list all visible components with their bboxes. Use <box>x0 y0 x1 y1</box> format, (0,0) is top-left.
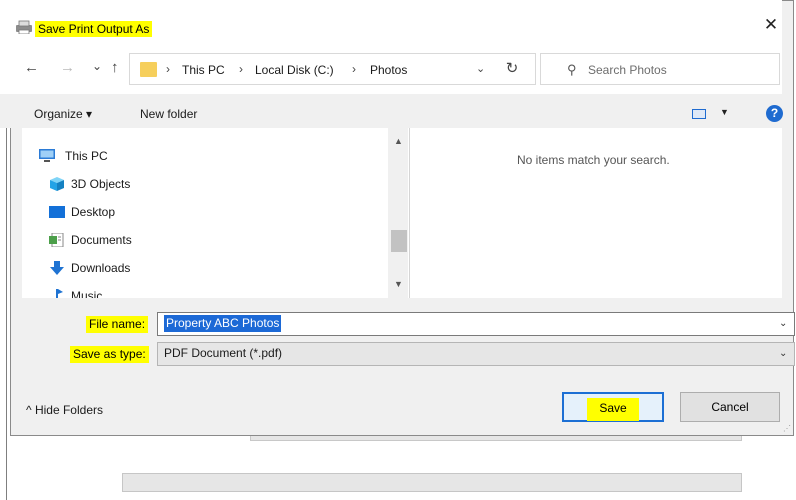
hide-folders-button[interactable]: ^ Hide Folders <box>26 402 103 418</box>
tree-item-this-pc[interactable]: This PC <box>39 146 379 168</box>
save-button-label: Save <box>587 398 639 421</box>
view-dropdown-icon[interactable]: ▼ <box>720 107 729 117</box>
documents-icon <box>49 233 64 247</box>
breadcrumb-separator-icon[interactable]: › <box>239 61 243 77</box>
tree-item-label: This PC <box>65 149 108 163</box>
tree-item-documents[interactable]: Documents <box>49 230 389 252</box>
breadcrumb-this-pc[interactable]: This PC <box>182 62 225 78</box>
scroll-down-icon[interactable]: ▼ <box>394 279 403 289</box>
refresh-icon[interactable]: ↻ <box>498 55 526 83</box>
printer-icon <box>16 20 32 34</box>
breadcrumb-photos[interactable]: Photos <box>370 62 407 78</box>
tree-item-music[interactable]: Music <box>49 286 389 298</box>
cancel-button[interactable]: Cancel <box>680 392 780 422</box>
command-toolbar <box>0 94 782 128</box>
file-name-dropdown-icon[interactable]: ⌄ <box>779 318 787 329</box>
search-placeholder: Search Photos <box>588 63 667 77</box>
background-bar <box>250 436 742 441</box>
empty-results-message: No items match your search. <box>517 153 670 167</box>
folder-icon <box>140 62 157 77</box>
breadcrumb-separator-icon[interactable]: › <box>352 61 356 77</box>
tree-scrollbar[interactable] <box>388 128 408 298</box>
save-as-type-label: Save as type: <box>70 346 149 363</box>
breadcrumb-local-disk[interactable]: Local Disk (C:) <box>255 62 334 78</box>
file-name-label: File name: <box>86 316 149 333</box>
music-icon <box>56 289 63 298</box>
resize-grip-icon[interactable]: ⋰ <box>783 424 791 433</box>
new-folder-button[interactable]: New folder <box>140 106 197 122</box>
view-options-icon[interactable] <box>692 109 706 119</box>
download-arrow-icon <box>50 261 64 275</box>
save-button[interactable]: Save <box>562 392 664 422</box>
address-dropdown-chevron-icon[interactable]: ⌄ <box>476 62 485 75</box>
breadcrumb-separator-icon[interactable]: › <box>166 61 170 77</box>
background-field <box>122 473 742 492</box>
scroll-up-icon[interactable]: ▲ <box>394 136 403 146</box>
file-name-value[interactable]: Property ABC Photos <box>164 315 282 332</box>
desktop-icon <box>49 206 65 218</box>
tree-item-3d-objects[interactable]: 3D Objects <box>49 174 389 196</box>
cube-icon <box>50 177 64 191</box>
navigation-pane: This PC 3D Objects Desktop Documents Dow… <box>22 128 410 298</box>
tree-item-label: Documents <box>71 233 132 247</box>
recent-locations-chevron-icon[interactable]: ⌄ <box>92 57 102 75</box>
window-title: Save Print Output As <box>35 21 153 37</box>
tree-item-desktop[interactable]: Desktop <box>49 202 389 224</box>
up-arrow-icon[interactable]: ↑ <box>111 59 119 77</box>
close-icon[interactable]: ✕ <box>762 16 780 34</box>
tree-item-label: Desktop <box>71 205 116 219</box>
help-icon[interactable]: ? <box>766 105 783 122</box>
tree-item-label: 3D Objects <box>71 177 131 191</box>
tree-item-label: Music <box>71 289 103 298</box>
save-as-type-dropdown-icon[interactable]: ⌄ <box>779 348 787 359</box>
forward-arrow-icon[interactable]: → <box>60 59 75 77</box>
organize-menu-button[interactable]: Organize ▾ <box>34 106 92 122</box>
back-arrow-icon[interactable]: ← <box>24 59 39 77</box>
tree-item-downloads[interactable]: Downloads <box>49 258 389 280</box>
save-as-type-value: PDF Document (*.pdf) <box>164 346 283 360</box>
scrollbar-thumb[interactable] <box>391 230 407 252</box>
monitor-icon <box>39 149 55 162</box>
search-icon: ⚲ <box>567 62 577 77</box>
tree-item-label: Downloads <box>71 261 131 275</box>
